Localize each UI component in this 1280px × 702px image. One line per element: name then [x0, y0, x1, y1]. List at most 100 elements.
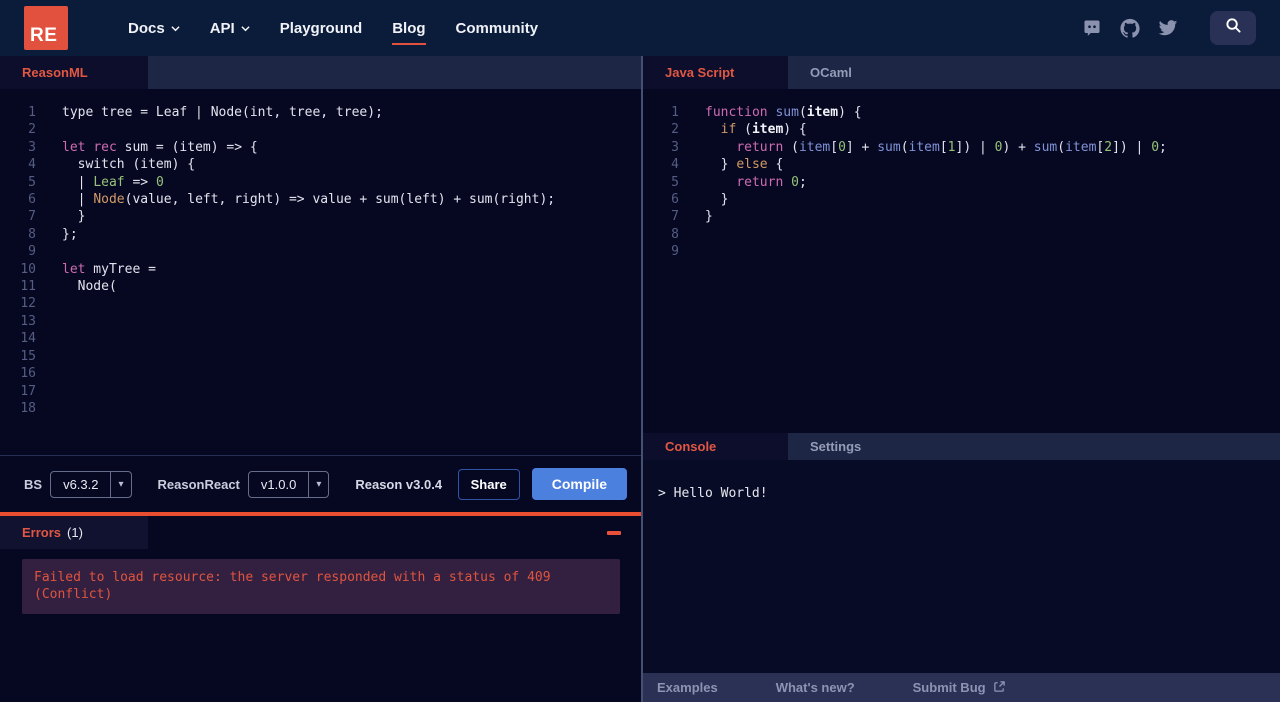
submit-bug-label: Submit Bug: [912, 680, 986, 695]
line-number: 2: [28, 122, 36, 138]
line-number: 6: [28, 192, 36, 208]
line-number: 3: [671, 139, 679, 155]
reason-version-text: Reason v3.0.4: [355, 476, 443, 492]
minimize-errors-icon[interactable]: [607, 530, 621, 535]
code-line: 16: [0, 365, 641, 382]
code-line: 2 if (item) {: [643, 121, 1280, 138]
share-button[interactable]: Share: [457, 468, 520, 500]
code-line: 6 }: [643, 191, 1280, 208]
reason-pane: ReasonML 1 type tree = Leaf | Node(int, t…: [0, 56, 641, 702]
line-number: 1: [28, 105, 36, 120]
github-icon[interactable]: [1120, 18, 1140, 38]
tab-ocaml[interactable]: OCaml: [788, 56, 874, 89]
nav-right: [1082, 11, 1256, 45]
search-icon: [1225, 17, 1242, 39]
code-line: 9: [0, 243, 641, 260]
bs-label: BS: [24, 476, 43, 492]
line-number: 5: [28, 174, 36, 190]
compile-button[interactable]: Compile: [531, 468, 627, 500]
line-number: 11: [20, 279, 36, 295]
line-number: 17: [20, 383, 36, 399]
code-line: 17: [0, 383, 641, 400]
chevron-down-icon: [171, 24, 180, 33]
playground-footer: Examples What's new? Submit Bug: [643, 673, 1280, 702]
code-line: 4 switch (item) {: [0, 156, 641, 173]
reasonreact-version-dropdown[interactable]: v1.0.0 ▾: [247, 470, 330, 498]
external-link-icon: [993, 680, 1006, 696]
code-line: 5 | Leaf => 0: [0, 174, 641, 191]
reason-logo[interactable]: RE: [24, 6, 68, 50]
compile-toolbar: BS v6.3.2 ▾ ReasonReact v1.0.0 ▾ Reason …: [0, 455, 641, 512]
line-number: 1: [671, 105, 679, 120]
chevron-down-icon: ▾: [308, 471, 328, 497]
search-button[interactable]: [1210, 11, 1256, 45]
line-number: 3: [28, 139, 36, 155]
line-number: 9: [28, 244, 36, 260]
navbar: RE Docs API Playground Blog Community: [0, 0, 1280, 56]
line-number: 9: [671, 244, 679, 260]
playground-main: ReasonML 1 type tree = Leaf | Node(int, t…: [0, 56, 1280, 702]
reasonreact-version-value: v1.0.0: [260, 476, 297, 492]
line-number: 13: [20, 313, 36, 329]
reason-tabbar: ReasonML: [0, 56, 641, 89]
code-line: 14: [0, 330, 641, 347]
output-tabbar: Java Script OCaml: [643, 56, 1280, 89]
errors-header: Errors (1): [0, 516, 641, 549]
code-line: 3 return (item[0] + sum(item[1]) | 0) + …: [643, 139, 1280, 156]
code-line: 8: [643, 226, 1280, 243]
code-line: 6 | Node(value, left, right) => value + …: [0, 191, 641, 208]
code-line: 1 type tree = Leaf | Node(int, tree, tree…: [0, 104, 641, 121]
code-line: 15: [0, 348, 641, 365]
nav-item-playground[interactable]: Playground: [280, 20, 363, 37]
code-line: 18: [0, 400, 641, 417]
code-line: 10 let myTree =: [0, 261, 641, 278]
tab-settings[interactable]: Settings: [788, 433, 883, 460]
errors-count: (1): [67, 525, 83, 540]
output-pane: Java Script OCaml 1 function sum(item) {2…: [643, 56, 1280, 702]
discord-icon[interactable]: [1082, 18, 1102, 38]
javascript-code-view[interactable]: 1 function sum(item) {2 if (item) {3 retu…: [643, 89, 1280, 430]
line-number: 4: [28, 157, 36, 173]
nav-item-blog[interactable]: Blog: [392, 19, 426, 45]
line-number: 12: [20, 296, 36, 312]
tab-console[interactable]: Console: [643, 433, 788, 460]
reasonreact-label: ReasonReact: [157, 476, 240, 492]
console-tabbar: Console Settings: [643, 430, 1280, 460]
nav-item-label: Community: [455, 19, 539, 37]
whats-new-link[interactable]: What's new?: [776, 680, 855, 695]
code-line: 8};: [0, 226, 641, 243]
line-number: 8: [671, 226, 679, 242]
tab-errors[interactable]: Errors (1): [0, 516, 148, 549]
code-line: 7}: [643, 208, 1280, 225]
chevron-down-icon: [241, 24, 250, 33]
tab-reasonml[interactable]: ReasonML: [0, 56, 148, 89]
errors-title: Errors: [22, 525, 62, 540]
nav-item-api[interactable]: API: [210, 20, 250, 37]
nav-item-label: Playground: [279, 19, 363, 37]
line-number: 15: [20, 348, 36, 364]
line-number: 4: [671, 157, 679, 173]
nav-item-docs[interactable]: Docs: [128, 20, 180, 37]
code-line: 12: [0, 295, 641, 312]
examples-link[interactable]: Examples: [657, 680, 718, 695]
error-message: Failed to load resource: the server resp…: [22, 559, 620, 614]
line-number: 6: [671, 192, 679, 208]
tab-javascript[interactable]: Java Script: [643, 56, 788, 89]
line-number: 10: [20, 261, 36, 277]
bs-version-value: v6.3.2: [63, 476, 99, 492]
code-line: 5 return 0;: [643, 174, 1280, 191]
line-number: 16: [20, 366, 36, 382]
nav-menu: Docs API Playground Blog Community: [128, 19, 539, 45]
code-line: 2: [0, 121, 641, 138]
nav-item-label: Blog: [392, 19, 426, 37]
console-line: > Hello World!: [658, 486, 768, 501]
line-number: 5: [671, 174, 679, 190]
bs-version-dropdown[interactable]: v6.3.2 ▾: [50, 470, 132, 498]
line-number: 2: [671, 122, 679, 138]
twitter-icon[interactable]: [1158, 18, 1178, 38]
line-number: 18: [20, 400, 36, 416]
nav-item-community[interactable]: Community: [456, 20, 539, 37]
code-line: 4 } else {: [643, 156, 1280, 173]
submit-bug-link[interactable]: Submit Bug: [913, 680, 1006, 696]
reason-code-editor[interactable]: 1 type tree = Leaf | Node(int, tree, tree…: [0, 89, 641, 455]
